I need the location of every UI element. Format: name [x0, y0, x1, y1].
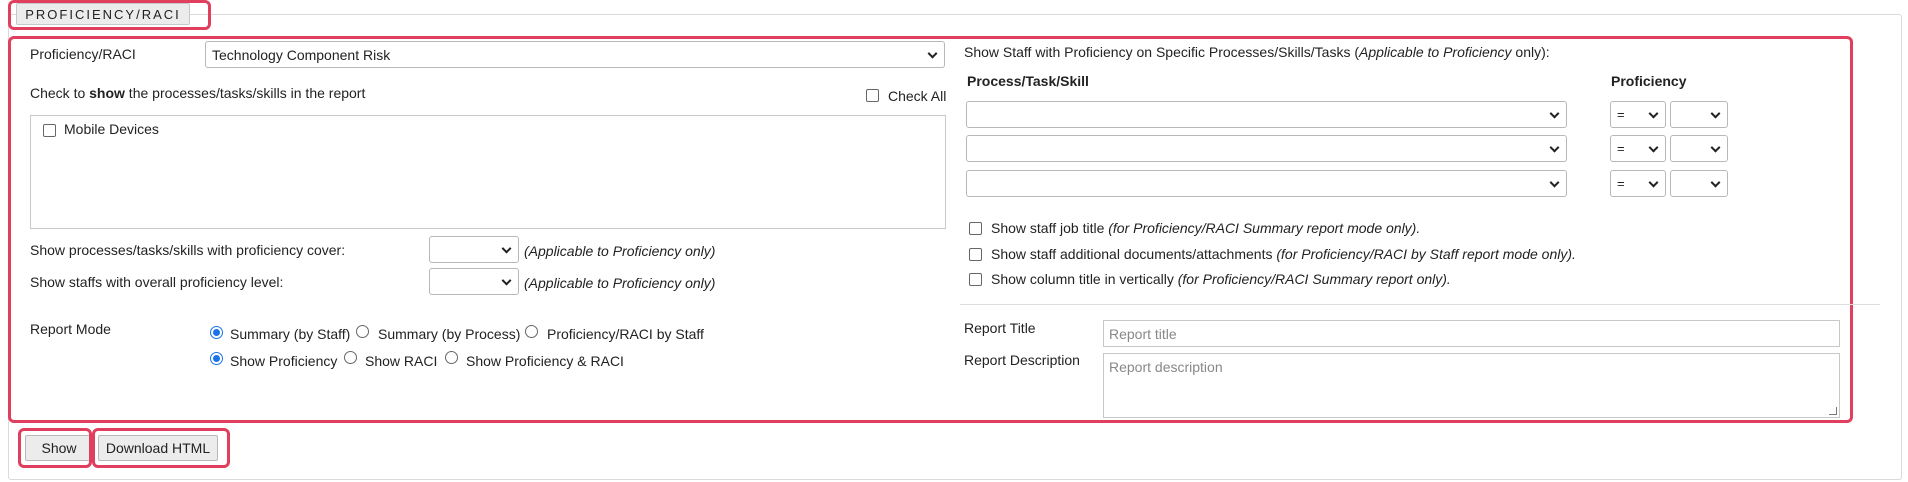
attachments-option: Show staff additional documents/attachme…	[991, 246, 1576, 262]
level-select-3[interactable]	[1670, 170, 1728, 197]
process-select-2[interactable]	[966, 135, 1567, 162]
mode-radio-summary-staff[interactable]	[210, 326, 223, 339]
item-checkbox[interactable]	[43, 124, 56, 137]
proficiency-select-value: Technology Component Risk	[212, 46, 391, 63]
chevron-down-icon	[1648, 177, 1659, 188]
level-note: (Applicable to Proficiency only)	[524, 275, 716, 291]
report-title-input[interactable]: Report title	[1103, 320, 1840, 347]
chevron-down-icon	[501, 243, 512, 254]
chevron-down-icon	[1710, 142, 1721, 153]
proficiency-select[interactable]: Technology Component Risk	[205, 41, 945, 68]
list-item: Mobile Devices	[64, 121, 159, 137]
operator-select-2[interactable]: =	[1610, 135, 1666, 162]
operator-select-3[interactable]: =	[1610, 170, 1666, 197]
col-header-proficiency: Proficiency	[1611, 73, 1687, 89]
proficiency-label: Proficiency/RACI	[30, 46, 136, 62]
mode-option-label: Proficiency/RACI by Staff	[547, 326, 704, 342]
process-select-1[interactable]	[966, 101, 1567, 128]
section-divider	[960, 304, 1880, 305]
process-list: Mobile Devices	[30, 115, 946, 229]
legend-highlight	[8, 0, 211, 30]
show-radio-proficiency[interactable]	[210, 352, 223, 365]
check-all-checkbox[interactable]	[866, 89, 879, 102]
chevron-down-icon	[1710, 177, 1721, 188]
report-description-textarea[interactable]: Report description	[1103, 353, 1840, 418]
show-radio-raci[interactable]	[344, 351, 357, 364]
check-all-label[interactable]: Check All	[888, 88, 946, 104]
level-select-1[interactable]	[1670, 101, 1728, 128]
report-description-label: Report Description	[964, 352, 1080, 368]
chevron-down-icon	[501, 275, 512, 286]
level-select-2[interactable]	[1670, 135, 1728, 162]
chevron-down-icon	[1648, 142, 1659, 153]
job-title-option: Show staff job title (for Proficiency/RA…	[991, 220, 1421, 236]
chevron-down-icon	[1549, 177, 1560, 188]
chevron-down-icon	[1549, 108, 1560, 119]
show-option-label: Show Proficiency	[230, 353, 338, 369]
level-label: Show staffs with overall proficiency lev…	[30, 274, 284, 290]
show-radio-both[interactable]	[445, 351, 458, 364]
chevron-down-icon	[1648, 108, 1659, 119]
check-instruction: Check to show the processes/tasks/skills…	[30, 85, 366, 101]
vertical-title-option: Show column title in vertically (for Pro…	[991, 271, 1451, 287]
chevron-down-icon	[1710, 108, 1721, 119]
level-select[interactable]	[429, 268, 519, 295]
col-header-process: Process/Task/Skill	[967, 73, 1089, 89]
operator-select-1[interactable]: =	[1610, 101, 1666, 128]
report-title-label: Report Title	[964, 320, 1036, 336]
chevron-down-icon	[927, 48, 938, 59]
specific-intro: Show Staff with Proficiency on Specific …	[964, 44, 1550, 60]
show-button-highlight	[18, 428, 92, 468]
mode-option-label: Summary (by Process)	[378, 326, 521, 342]
job-title-checkbox[interactable]	[969, 222, 982, 235]
cover-label: Show processes/tasks/skills with profici…	[30, 242, 346, 258]
attachments-checkbox[interactable]	[969, 248, 982, 261]
process-select-3[interactable]	[966, 170, 1567, 197]
resize-handle-icon[interactable]	[1829, 407, 1837, 415]
mode-radio-summary-process[interactable]	[356, 325, 369, 338]
chevron-down-icon	[1549, 142, 1560, 153]
vertical-title-checkbox[interactable]	[969, 273, 982, 286]
mode-option-label: Summary (by Staff)	[230, 326, 351, 342]
download-button-highlight	[92, 428, 230, 468]
cover-select[interactable]	[429, 236, 519, 263]
mode-radio-by-staff[interactable]	[525, 325, 538, 338]
cover-note: (Applicable to Proficiency only)	[524, 243, 716, 259]
report-mode-label: Report Mode	[30, 321, 111, 337]
show-option-label: Show Proficiency & RACI	[466, 353, 624, 369]
show-option-label: Show RACI	[365, 353, 438, 369]
